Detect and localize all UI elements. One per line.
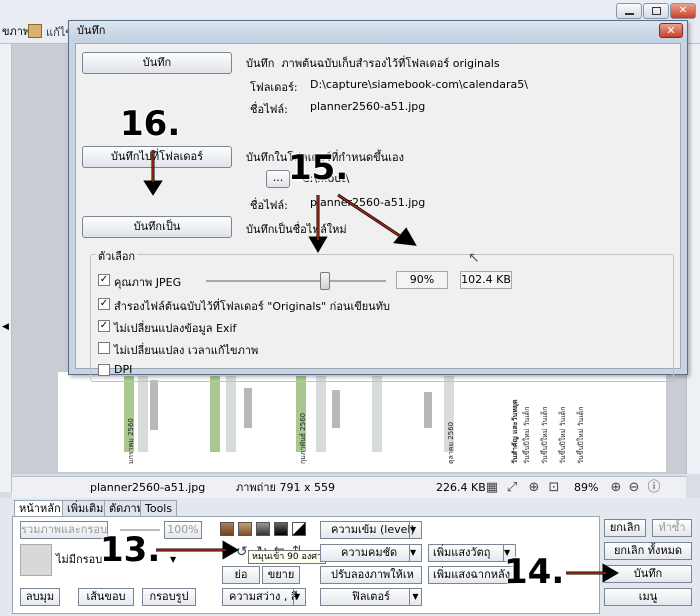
step-16-label: 16. xyxy=(120,104,181,144)
step-14-label: 14. xyxy=(504,552,565,592)
step-15-label: 15. xyxy=(288,148,349,188)
annotation-arrows xyxy=(143,150,619,583)
step-13-label: 13. xyxy=(100,530,161,570)
